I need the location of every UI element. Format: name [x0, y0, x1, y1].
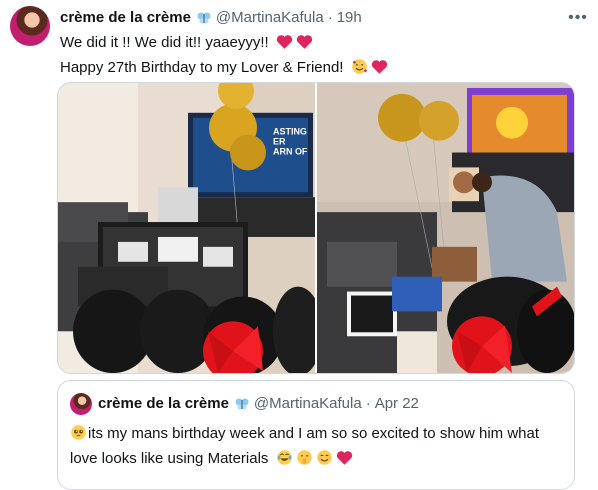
photo-left-image: ASTING ER ARN OF — [58, 83, 315, 373]
butterfly-badge-icon — [234, 396, 250, 412]
tweet-media[interactable]: ASTING ER ARN OF — [57, 82, 575, 374]
tweet-line-1: We did it !! We did it!! yaaeyyy!! — [60, 34, 269, 51]
photo-right-image — [317, 83, 574, 373]
tweet-timestamp[interactable]: 19h — [337, 8, 362, 28]
photo-left[interactable]: ASTING ER ARN OF — [58, 83, 315, 373]
tv-text-1: ASTING — [273, 127, 307, 137]
quoted-tweet-text: its my mans birthday week and I am so so… — [70, 423, 562, 473]
quoted-tweet[interactable]: crème de la crème @MartinaKafula · Apr 2… — [57, 380, 575, 490]
smiling-face-icon — [316, 449, 333, 473]
smiling-face-with-hearts-icon — [351, 58, 368, 82]
author-avatar[interactable] — [10, 6, 50, 46]
tweet-text: We did it !! We did it!! yaaeyyy!! Happy… — [60, 32, 584, 82]
red-heart-icon — [296, 34, 313, 57]
quoted-line-2: love looks like using Materials — [70, 450, 269, 467]
red-heart-icon — [371, 59, 388, 82]
tears-of-joy-icon — [276, 449, 293, 473]
quoted-tweet-date[interactable]: Apr 22 — [375, 394, 419, 414]
butterfly-badge-icon — [196, 10, 212, 26]
quoted-author-avatar[interactable] — [70, 393, 92, 415]
shushing-face-icon — [296, 449, 313, 473]
author-handle[interactable]: @MartinaKafula — [216, 8, 324, 28]
tv-text-2: ER — [273, 137, 286, 147]
red-heart-icon — [336, 450, 353, 473]
tv-text-3: ARN OF — [273, 147, 308, 157]
author-name[interactable]: crème de la crème — [60, 8, 191, 28]
photo-right[interactable] — [317, 83, 574, 373]
quoted-tweet-header: crème de la crème @MartinaKafula · Apr 2… — [98, 394, 419, 414]
separator-dot: · — [365, 395, 371, 412]
quoted-author-handle[interactable]: @MartinaKafula — [254, 394, 362, 414]
separator-dot: · — [327, 9, 333, 26]
pleading-face-icon — [70, 424, 87, 448]
tweet-line-2: Happy 27th Birthday to my Lover & Friend… — [60, 59, 344, 76]
more-options-icon[interactable]: ••• — [566, 6, 590, 30]
quoted-line-1: its my mans birthday week and I am so so… — [88, 425, 540, 442]
red-heart-icon — [276, 34, 293, 57]
tweet-header: crème de la crème @MartinaKafula · 19h — [60, 8, 588, 28]
quoted-author-name[interactable]: crème de la crème — [98, 394, 229, 414]
